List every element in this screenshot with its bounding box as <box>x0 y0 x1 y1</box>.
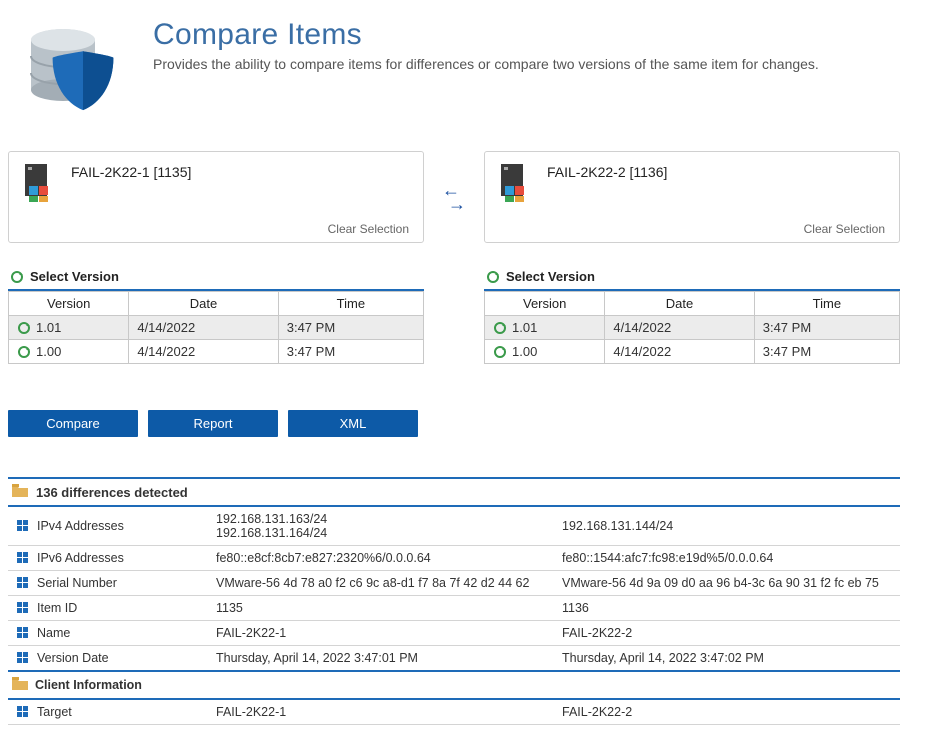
version-row[interactable]: 1.004/14/20223:47 PM <box>485 340 900 364</box>
diff-row: IPv6 Addressesfe80::e8cf:8cb7:e827:2320%… <box>8 546 900 571</box>
clear-selection-left[interactable]: Clear Selection <box>328 222 409 236</box>
diff-row: Item ID11351136 <box>8 596 900 621</box>
version-row[interactable]: 1.014/14/20223:47 PM <box>485 316 900 340</box>
right-version-table: Version Date Time 1.014/14/20223:47 PM1.… <box>484 291 900 364</box>
differences-header: 136 differences detected <box>8 477 900 507</box>
property-icon <box>16 601 30 615</box>
property-icon <box>16 651 30 665</box>
select-version-header: Select Version <box>484 265 900 291</box>
page-title: Compare Items <box>153 18 819 52</box>
clear-selection-right[interactable]: Clear Selection <box>804 222 885 236</box>
property-icon <box>16 705 30 719</box>
server-icon <box>23 164 57 202</box>
property-icon <box>16 519 30 533</box>
right-version-column: Select Version Version Date Time 1.014/1… <box>484 265 900 364</box>
page-subtitle: Provides the ability to compare items fo… <box>153 56 819 72</box>
refresh-icon <box>486 270 500 284</box>
col-date[interactable]: Date <box>605 292 754 316</box>
compare-button[interactable]: Compare <box>8 410 138 437</box>
col-time[interactable]: Time <box>754 292 899 316</box>
property-icon <box>16 551 30 565</box>
diff-subsection-header: Client Information <box>8 671 900 699</box>
folder-icon <box>12 677 28 693</box>
differences-table: IPv4 Addresses192.168.131.163/24192.168.… <box>8 507 900 725</box>
left-version-column: Select Version Version Date Time 1.014/1… <box>8 265 424 364</box>
diff-row: IPv4 Addresses192.168.131.163/24192.168.… <box>8 507 900 546</box>
xml-button[interactable]: XML <box>288 410 418 437</box>
version-row[interactable]: 1.014/14/20223:47 PM <box>9 316 424 340</box>
left-version-table: Version Date Time 1.014/14/20223:47 PM1.… <box>8 291 424 364</box>
refresh-icon <box>10 270 24 284</box>
property-icon <box>16 576 30 590</box>
diff-row: NameFAIL-2K22-1FAIL-2K22-2 <box>8 621 900 646</box>
report-button[interactable]: Report <box>148 410 278 437</box>
version-icon <box>17 345 31 359</box>
page-header: Compare Items Provides the ability to co… <box>8 10 900 151</box>
app-logo-icon <box>18 18 133 121</box>
diff-row: Serial NumberVMware-56 4d 78 a0 f2 c6 9c… <box>8 571 900 596</box>
select-version-header: Select Version <box>8 265 424 291</box>
swap-arrows-icon[interactable]: ← → <box>434 183 474 211</box>
server-icon <box>499 164 533 202</box>
diff-row: Version DateThursday, April 14, 2022 3:4… <box>8 646 900 672</box>
version-row[interactable]: 1.004/14/20223:47 PM <box>9 340 424 364</box>
action-buttons: Compare Report XML <box>8 410 900 437</box>
left-item-panel: FAIL-2K22-1 [1135] Clear Selection <box>8 151 424 243</box>
diff-row: TargetFAIL-2K22-1FAIL-2K22-2 <box>8 699 900 725</box>
col-version[interactable]: Version <box>9 292 129 316</box>
col-date[interactable]: Date <box>129 292 278 316</box>
folder-icon <box>12 484 28 500</box>
right-item-name: FAIL-2K22-2 [1136] <box>547 164 667 180</box>
left-item-name: FAIL-2K22-1 [1135] <box>71 164 191 180</box>
col-version[interactable]: Version <box>485 292 605 316</box>
right-item-panel: FAIL-2K22-2 [1136] Clear Selection <box>484 151 900 243</box>
col-time[interactable]: Time <box>278 292 423 316</box>
property-icon <box>16 626 30 640</box>
version-icon <box>493 321 507 335</box>
version-icon <box>17 321 31 335</box>
version-icon <box>493 345 507 359</box>
